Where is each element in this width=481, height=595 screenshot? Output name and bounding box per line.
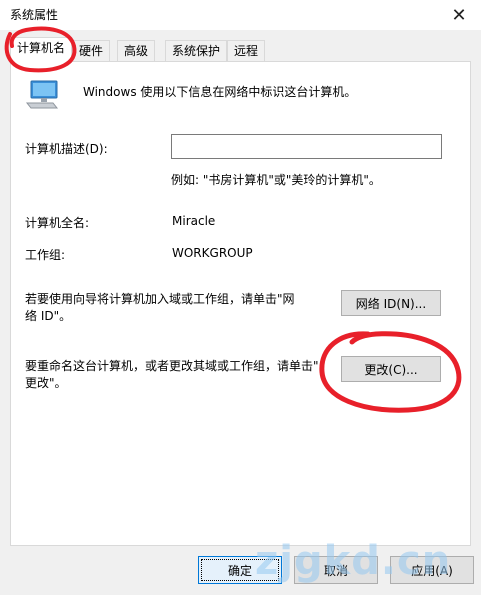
tab-label: 硬件 (79, 44, 104, 58)
tab-hardware[interactable]: 硬件 (72, 40, 111, 62)
intro-text: Windows 使用以下信息在网络中标识这台计算机。 (83, 85, 357, 99)
tab-remote[interactable]: 远程 (227, 40, 266, 62)
computer-icon (25, 80, 59, 109)
computer-description-input[interactable] (171, 134, 442, 159)
rename-line-1: 要重命名这台计算机，或者更改其域或工作组，请单击" (25, 359, 319, 373)
title-bar: 系统属性 ✕ (0, 0, 481, 30)
workgroup-label: 工作组: (25, 248, 66, 262)
example-hint: 例如: "书房计算机"或"美玲的计算机"。 (171, 173, 381, 187)
full-name-value: Miracle (172, 214, 216, 228)
network-id-line-1: 若要使用向导将计算机加入域或工作组，请单击"网 (25, 292, 295, 306)
window-title: 系统属性 (10, 8, 59, 22)
watermark: zjgkd.cn (255, 538, 452, 584)
tab-label: 远程 (234, 44, 259, 58)
description-label: 计算机描述(D): (25, 142, 108, 156)
close-icon: ✕ (451, 4, 467, 26)
network-id-instructions: 若要使用向导将计算机加入域或工作组，请单击"网 络 ID"。 (25, 291, 295, 325)
close-button[interactable]: ✕ (437, 0, 481, 30)
tab-system-protection[interactable]: 系统保护 (165, 40, 228, 62)
full-name-label: 计算机全名: (25, 216, 90, 230)
rename-line-2: 更改"。 (25, 376, 67, 390)
tab-panel: Windows 使用以下信息在网络中标识这台计算机。 计算机描述(D): 例如:… (10, 61, 471, 546)
tab-strip: 计算机名 硬件 高级 系统保护 远程 (10, 37, 470, 63)
workgroup-value: WORKGROUP (172, 246, 253, 260)
rename-instructions: 要重命名这台计算机，或者更改其域或工作组，请单击" 更改"。 (25, 358, 319, 392)
network-id-line-2: 络 ID"。 (25, 309, 72, 323)
tab-computer-name[interactable]: 计算机名 (10, 37, 73, 63)
network-id-button[interactable]: 网络 ID(N)... (341, 290, 441, 316)
change-button[interactable]: 更改(C)... (341, 356, 441, 382)
tab-advanced[interactable]: 高级 (117, 40, 156, 62)
tab-label: 计算机名 (17, 41, 66, 55)
tab-label: 系统保护 (172, 44, 221, 58)
tab-label: 高级 (124, 44, 149, 58)
